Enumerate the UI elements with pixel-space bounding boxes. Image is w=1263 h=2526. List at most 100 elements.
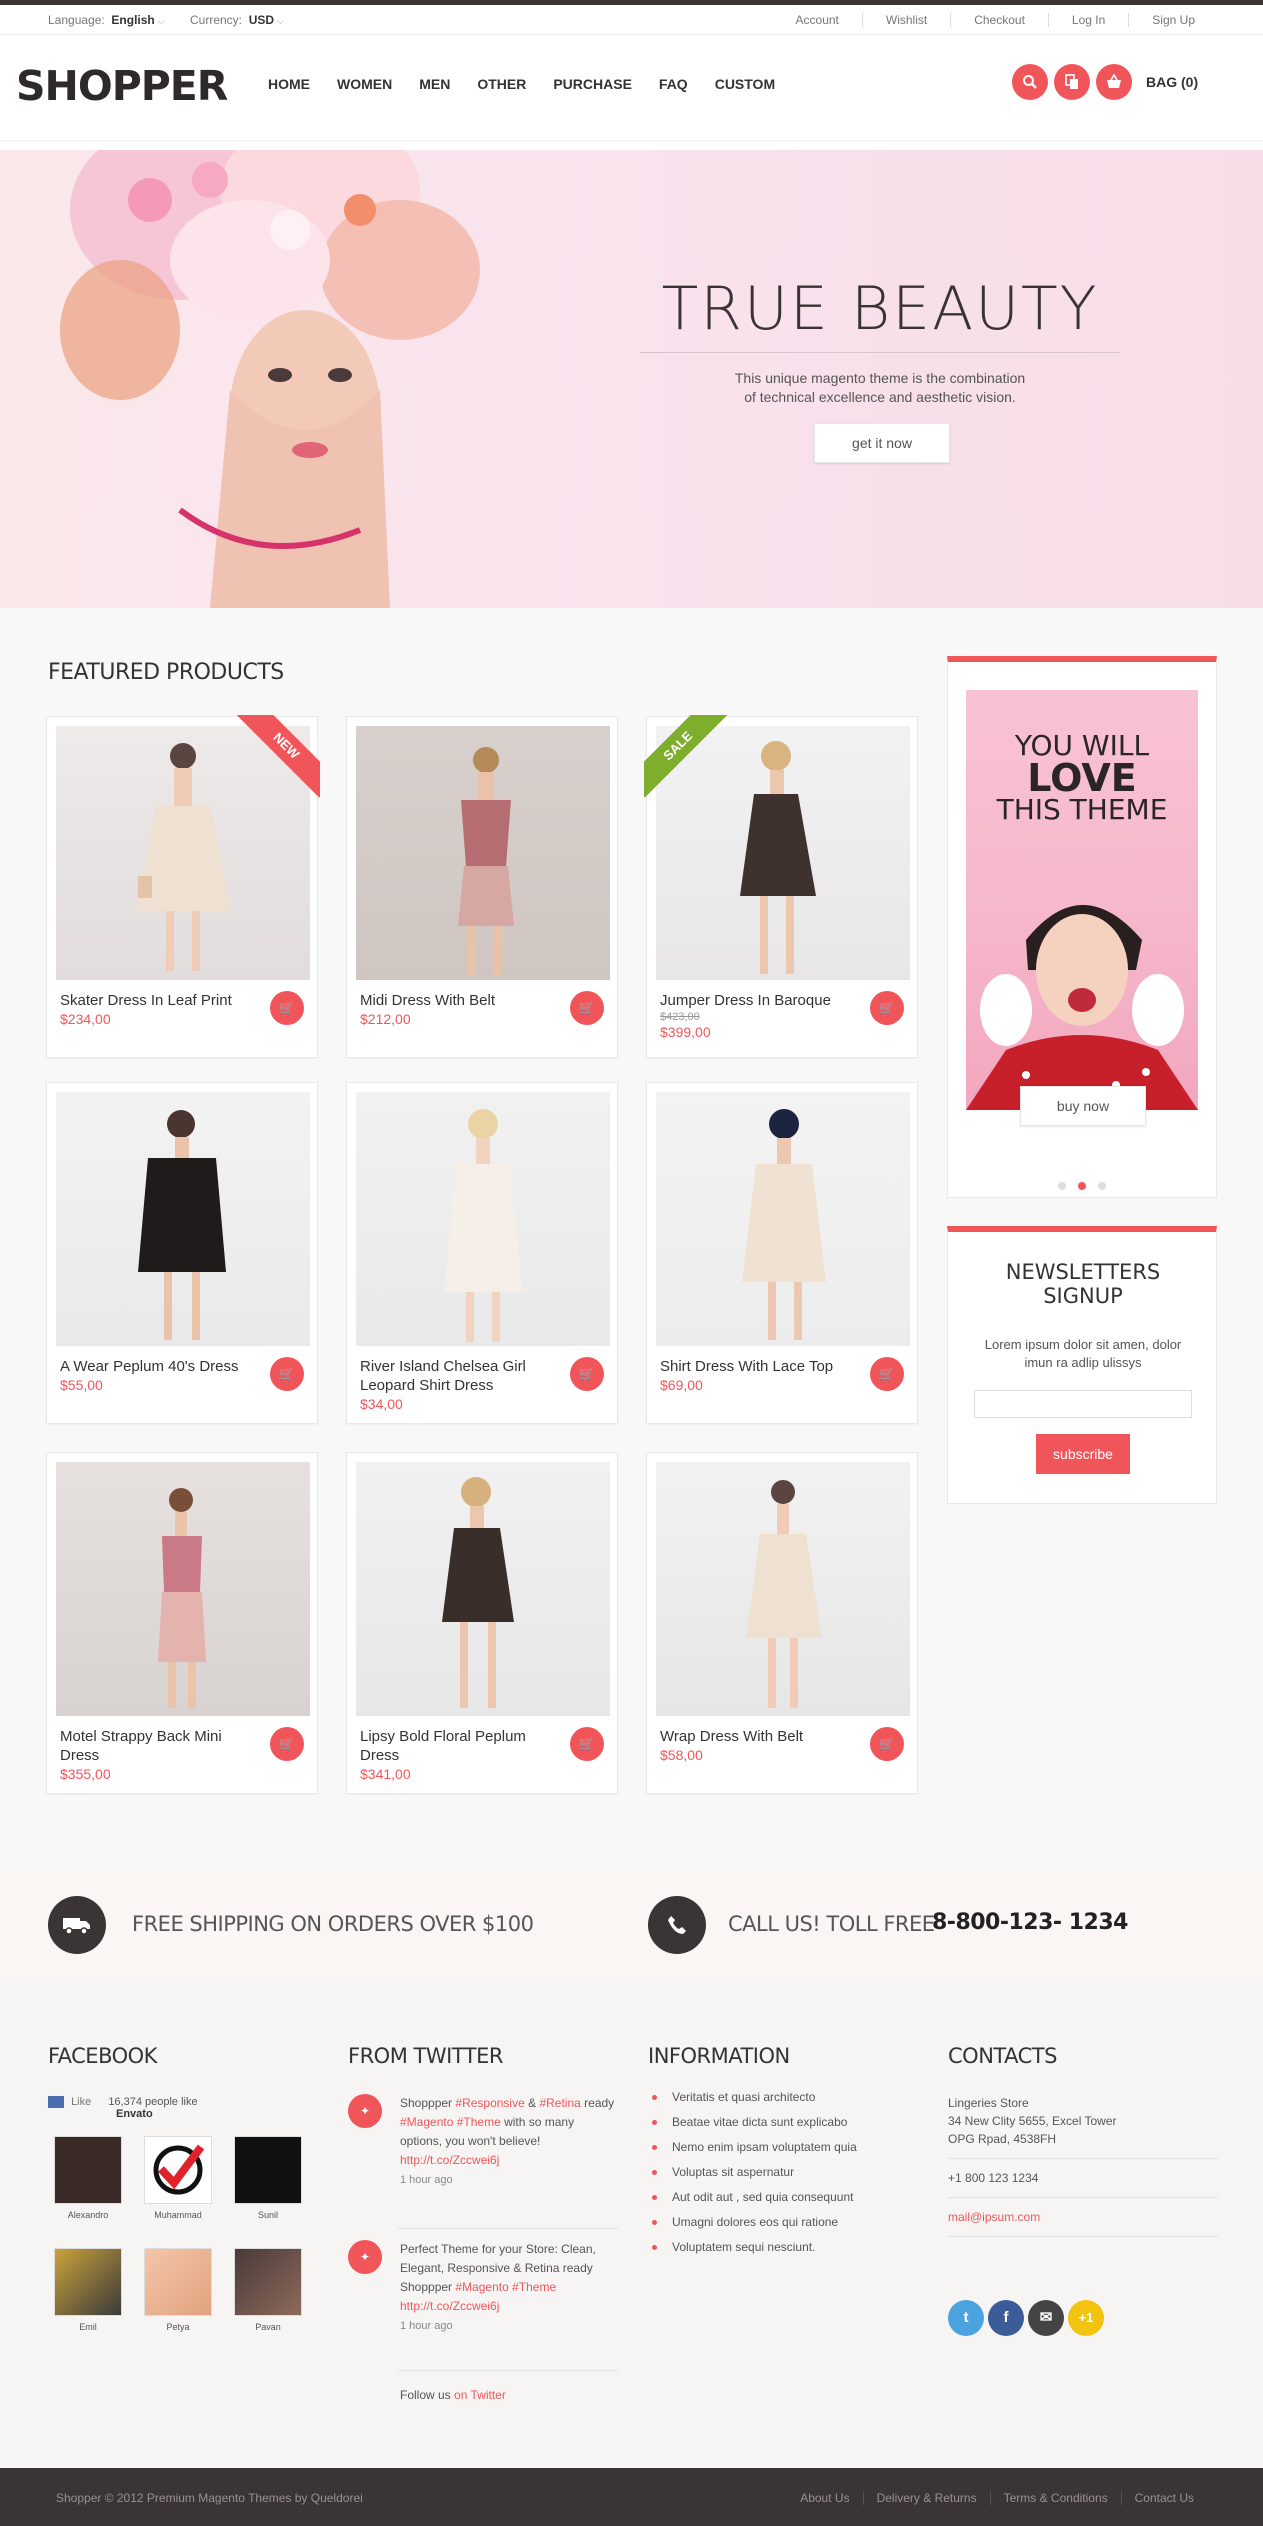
- signup-link[interactable]: Sign Up: [1128, 13, 1218, 27]
- add-to-cart-button[interactable]: 🛒: [870, 991, 904, 1025]
- info-link[interactable]: Voluptas sit aspernatur: [648, 2165, 857, 2179]
- nav-home[interactable]: HOME: [268, 76, 310, 92]
- language-selector[interactable]: Language: English ⌵: [48, 13, 165, 27]
- nav-men[interactable]: MEN: [419, 76, 450, 92]
- add-to-cart-button[interactable]: 🛒: [270, 1727, 304, 1761]
- product-card[interactable]: Lipsy Bold Floral Peplum Dress $341,00 🛒: [346, 1452, 618, 1794]
- carousel-dot[interactable]: [1098, 1182, 1106, 1190]
- product-name[interactable]: Skater Dress In Leaf Print: [60, 991, 260, 1010]
- tweet-divider: [398, 2370, 618, 2371]
- product-card[interactable]: River Island Chelsea Girl Leopard Shirt …: [346, 1082, 618, 1424]
- product-card[interactable]: A Wear Peplum 40's Dress $55,00 🛒: [46, 1082, 318, 1424]
- terms-link[interactable]: Terms & Conditions: [989, 2491, 1121, 2505]
- hero-image: [60, 150, 480, 608]
- cart-icon[interactable]: [1096, 64, 1132, 100]
- mail-icon[interactable]: ✉: [1028, 2300, 1064, 2336]
- fan-avatar[interactable]: Alexandro: [48, 2136, 128, 2220]
- info-link[interactable]: Nemo enim ipsam voluptatem quia: [648, 2140, 857, 2154]
- nav-purchase[interactable]: PURCHASE: [553, 76, 632, 92]
- like-button[interactable]: Like: [71, 2096, 91, 2108]
- about-us-link[interactable]: About Us: [787, 2491, 862, 2505]
- checkout-link[interactable]: Checkout: [950, 13, 1048, 27]
- tweet-divider: [398, 2228, 618, 2229]
- wishlist-link[interactable]: Wishlist: [861, 13, 950, 27]
- newsletter-email-input[interactable]: [974, 1390, 1192, 1418]
- fan-avatar[interactable]: Emil: [48, 2248, 128, 2332]
- product-photo: [138, 1110, 226, 1340]
- product-card[interactable]: SALE Jumper Dress In Baroque $423,00 $39…: [644, 715, 918, 1058]
- product-card[interactable]: Shirt Dress With Lace Top $69,00 🛒: [646, 1082, 918, 1424]
- currency-selector[interactable]: Currency: USD ⌵: [190, 13, 284, 27]
- get-it-now-button[interactable]: get it now: [814, 423, 950, 463]
- product-name[interactable]: Motel Strappy Back Mini Dress: [60, 1727, 260, 1765]
- product-name[interactable]: Lipsy Bold Floral Peplum Dress: [360, 1727, 560, 1765]
- carousel-dots: [1058, 1182, 1118, 1190]
- product-name[interactable]: Wrap Dress With Belt: [660, 1727, 860, 1746]
- login-link[interactable]: Log In: [1047, 13, 1128, 27]
- phone-icon: [648, 1896, 706, 1954]
- contacts-title: CONTACTS: [948, 2044, 1057, 2068]
- product-card[interactable]: NEW Skater Dress In Leaf Print $234,00 🛒: [46, 715, 320, 1058]
- google-plus-icon[interactable]: +1: [1068, 2300, 1104, 2336]
- logo[interactable]: SHOPPER: [16, 62, 228, 110]
- contact-us-link[interactable]: Contact Us: [1120, 2491, 1207, 2505]
- info-link[interactable]: Voluptatem sequi nesciunt.: [648, 2240, 857, 2254]
- tweet-link[interactable]: http://t.co/Zccwei6j: [400, 2299, 499, 2313]
- follow-twitter-link[interactable]: on Twitter: [454, 2388, 506, 2402]
- facebook-icon[interactable]: f: [988, 2300, 1024, 2336]
- hashtag-link[interactable]: #Magento: [400, 2115, 453, 2129]
- info-link[interactable]: Beatae vitae dicta sunt explicabo: [648, 2115, 857, 2129]
- add-to-cart-button[interactable]: 🛒: [570, 1727, 604, 1761]
- add-to-cart-button[interactable]: 🛒: [870, 1357, 904, 1391]
- hashtag-link[interactable]: #Responsive: [455, 2096, 524, 2110]
- product-name[interactable]: Shirt Dress With Lace Top: [660, 1357, 860, 1376]
- info-link[interactable]: Umagni dolores eos qui ratione: [648, 2215, 857, 2229]
- nav-custom[interactable]: CUSTOM: [715, 76, 775, 92]
- product-name[interactable]: Midi Dress With Belt: [360, 991, 560, 1010]
- newsletter-widget: NEWSLETTERS SIGNUP Lorem ipsum dolor sit…: [947, 1226, 1217, 1504]
- promo-banner[interactable]: YOU WILL LOVE THIS THEME: [966, 690, 1198, 1110]
- delivery-returns-link[interactable]: Delivery & Returns: [862, 2491, 990, 2505]
- add-to-cart-button[interactable]: 🛒: [870, 1727, 904, 1761]
- cart-icon: 🛒: [878, 1000, 896, 1015]
- info-link[interactable]: Veritatis et quasi architecto: [648, 2090, 857, 2104]
- hashtag-link[interactable]: #Theme: [512, 2280, 556, 2294]
- product-name[interactable]: Jumper Dress In Baroque: [660, 991, 860, 1010]
- account-link[interactable]: Account: [773, 13, 862, 27]
- hashtag-link[interactable]: #Theme: [457, 2115, 501, 2129]
- bag-counter[interactable]: BAG (0): [1146, 74, 1198, 90]
- product-card[interactable]: Wrap Dress With Belt $58,00 🛒: [646, 1452, 918, 1794]
- add-to-cart-button[interactable]: 🛒: [270, 1357, 304, 1391]
- carousel-dot[interactable]: [1058, 1182, 1066, 1190]
- product-card[interactable]: Motel Strappy Back Mini Dress $355,00 🛒: [46, 1452, 318, 1794]
- tweet-link[interactable]: http://t.co/Zccwei6j: [400, 2153, 499, 2167]
- add-to-cart-button[interactable]: 🛒: [270, 991, 304, 1025]
- hashtag-link[interactable]: #Magento: [455, 2280, 508, 2294]
- chevron-down-icon: ⌵: [277, 16, 284, 26]
- product-name[interactable]: River Island Chelsea Girl Leopard Shirt …: [360, 1357, 560, 1395]
- fan-avatar[interactable]: Pavan: [228, 2248, 308, 2332]
- carousel-dot[interactable]: [1078, 1182, 1086, 1190]
- fan-avatar[interactable]: Sunil: [228, 2136, 308, 2220]
- fan-avatar[interactable]: Petya: [138, 2248, 218, 2332]
- toll-free-number[interactable]: 8-800-123- 1234: [932, 1910, 1128, 1935]
- product-name[interactable]: A Wear Peplum 40's Dress: [60, 1357, 260, 1376]
- search-icon[interactable]: [1012, 64, 1048, 100]
- subscribe-button[interactable]: subscribe: [1036, 1434, 1130, 1474]
- add-to-cart-button[interactable]: 🛒: [570, 991, 604, 1025]
- product-card[interactable]: Midi Dress With Belt $212,00 🛒: [346, 716, 618, 1058]
- fan-avatar[interactable]: Muhammad: [138, 2136, 218, 2220]
- add-to-cart-button[interactable]: 🛒: [570, 1357, 604, 1391]
- compare-icon[interactable]: [1054, 64, 1090, 100]
- like-count: 16,374 people like: [108, 2096, 198, 2108]
- fan-name: Muhammad: [154, 2210, 202, 2220]
- hashtag-link[interactable]: #Retina: [539, 2096, 580, 2110]
- nav-faq[interactable]: FAQ: [659, 76, 688, 92]
- contact-email[interactable]: mail@ipsum.com: [948, 2208, 1218, 2226]
- twitter-icon[interactable]: t: [948, 2300, 984, 2336]
- nav-women[interactable]: WOMEN: [337, 76, 392, 92]
- facebook-page-name[interactable]: Envato: [116, 2108, 198, 2120]
- info-link[interactable]: Aut odit aut , sed quia consequunt: [648, 2190, 857, 2204]
- buy-now-button[interactable]: buy now: [1020, 1086, 1146, 1126]
- nav-other[interactable]: OTHER: [477, 76, 526, 92]
